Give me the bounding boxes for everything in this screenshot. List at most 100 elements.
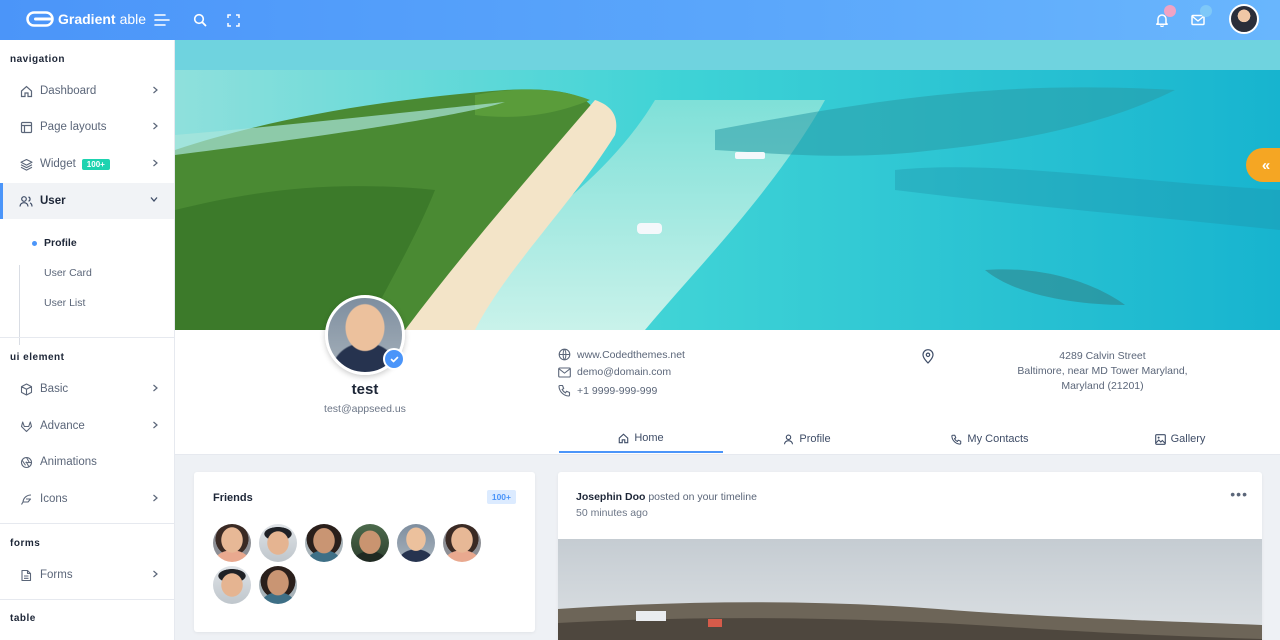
feather-icon <box>19 492 33 506</box>
post-action: posted on your timeline <box>648 491 757 503</box>
submenu-guide-line <box>19 265 20 345</box>
tab-label: Profile <box>799 433 831 445</box>
sidebar-subitem-user-card[interactable]: User Card <box>44 267 92 279</box>
address-line: Baltimore, near MD Tower Maryland, <box>1017 365 1188 377</box>
sidebar-item-label: Page layouts <box>40 121 107 133</box>
contact-website[interactable]: www.Codedthemes.net <box>558 348 685 361</box>
post-author[interactable]: Josephin Doo <box>576 491 645 503</box>
user-avatar[interactable] <box>1229 4 1259 34</box>
sidebar-item-widget[interactable]: Widget 100+ <box>0 146 174 182</box>
fullscreen-icon[interactable] <box>224 11 242 29</box>
top-navbar: Gradient able <box>0 0 1280 40</box>
chevron-right-icon <box>153 384 158 392</box>
chevron-right-icon <box>153 494 158 502</box>
sidebar-divider <box>0 523 174 524</box>
address-block: 4289 Calvin Street Baltimore, near MD To… <box>990 349 1215 394</box>
gitlab-icon <box>19 419 33 433</box>
timeline-post-card: Josephin Doo posted on your timeline 50 … <box>558 472 1262 640</box>
sidebar-item-user[interactable]: User <box>0 183 174 219</box>
sidebar-item-animations[interactable]: Animations <box>0 444 174 480</box>
friend-avatar[interactable] <box>397 524 435 562</box>
nav-caption-forms: forms <box>10 538 41 549</box>
sidebar-item-label: Icons <box>40 493 68 505</box>
nav-caption-table: table <box>10 613 36 624</box>
tab-label: Home <box>634 432 664 444</box>
box-icon <box>19 382 33 396</box>
tab-label: My Contacts <box>967 433 1029 445</box>
profile-email: test@appseed.us <box>324 403 406 415</box>
sidebar-subitem-user-list[interactable]: User List <box>44 297 85 309</box>
tab-gallery[interactable]: Gallery <box>1100 425 1260 453</box>
mail-icon <box>558 366 571 378</box>
contact-email[interactable]: demo@domain.com <box>558 366 671 378</box>
phone-icon <box>558 384 571 397</box>
active-sub-dot <box>32 241 37 246</box>
brand-logo[interactable]: Gradient able <box>26 10 146 28</box>
chevron-right-icon <box>153 421 158 429</box>
nav-caption-ui-element: ui element <box>10 352 65 363</box>
file-text-icon <box>19 568 33 582</box>
friends-card: Friends 100+ <box>194 472 535 632</box>
sidebar: navigation Dashboard Page layouts Widget… <box>0 40 175 640</box>
nav-caption-navigation: navigation <box>10 54 66 65</box>
sidebar-subitem-profile[interactable]: Profile <box>44 237 77 249</box>
brand-name-bold: Gradient <box>58 11 116 27</box>
verified-badge-icon <box>383 348 405 370</box>
chevron-right-icon <box>153 570 158 578</box>
sidebar-item-label: Advance <box>40 420 85 432</box>
post-header: Josephin Doo posted on your timeline <box>576 491 757 503</box>
sidebar-divider <box>0 337 174 338</box>
user-icon <box>784 434 794 444</box>
menu-icon[interactable] <box>153 11 171 29</box>
friend-avatar[interactable] <box>351 524 389 562</box>
phone-text: +1 9999-999-999 <box>577 384 658 397</box>
logo-icon <box>26 11 54 27</box>
tab-profile[interactable]: Profile <box>724 425 890 453</box>
tab-my-contacts[interactable]: My Contacts <box>900 425 1080 453</box>
home-icon <box>619 433 629 443</box>
users-icon <box>19 194 33 208</box>
address-line: Maryland (21201) <box>1061 380 1144 392</box>
search-icon[interactable] <box>191 11 209 29</box>
aperture-icon <box>19 455 33 469</box>
post-time: 50 minutes ago <box>576 507 648 519</box>
layout-icon <box>19 120 33 134</box>
chevron-down-icon <box>150 197 158 202</box>
globe-icon <box>558 348 571 361</box>
sidebar-item-dashboard[interactable]: Dashboard <box>0 73 174 109</box>
friend-avatar[interactable] <box>443 524 481 562</box>
sidebar-item-icons[interactable]: Icons <box>0 481 174 517</box>
friend-avatar[interactable] <box>213 566 251 604</box>
sidebar-item-label: Widget <box>40 158 76 170</box>
website-text: www.Codedthemes.net <box>577 348 685 361</box>
sidebar-item-label: Forms <box>40 569 73 581</box>
contact-phone[interactable]: +1 9999-999-999 <box>558 384 657 397</box>
sidebar-item-advance[interactable]: Advance <box>0 408 174 444</box>
sidebar-item-label: User <box>40 195 66 207</box>
friends-card-title: Friends <box>213 492 253 504</box>
sidebar-divider <box>0 599 174 600</box>
sidebar-item-forms[interactable]: Forms <box>0 557 174 593</box>
tab-label: Gallery <box>1170 433 1206 445</box>
map-pin-icon <box>921 349 935 367</box>
home-icon <box>19 84 33 98</box>
sidebar-item-label: Basic <box>40 383 69 395</box>
more-options-icon[interactable]: ••• <box>1230 486 1248 502</box>
friend-avatar[interactable] <box>213 524 251 562</box>
layers-icon <box>19 157 33 171</box>
sidebar-item-page-layouts[interactable]: Page layouts <box>0 109 174 145</box>
sidebar-item-basic[interactable]: Basic <box>0 371 174 407</box>
friend-avatar[interactable] <box>305 524 343 562</box>
side-panel-toggle[interactable]: « <box>1246 148 1280 182</box>
post-image <box>558 539 1262 640</box>
friend-avatar[interactable] <box>259 524 297 562</box>
tab-home[interactable]: Home <box>559 425 723 453</box>
sidebar-item-label: Dashboard <box>40 85 97 97</box>
brand-name-thin: able <box>119 11 147 27</box>
friend-avatar[interactable] <box>259 566 297 604</box>
profile-cover-image <box>175 40 1280 330</box>
message-badge <box>1200 5 1212 17</box>
profile-name: test <box>351 381 379 398</box>
chevron-right-icon <box>153 159 158 167</box>
chevron-right-icon <box>153 122 158 130</box>
